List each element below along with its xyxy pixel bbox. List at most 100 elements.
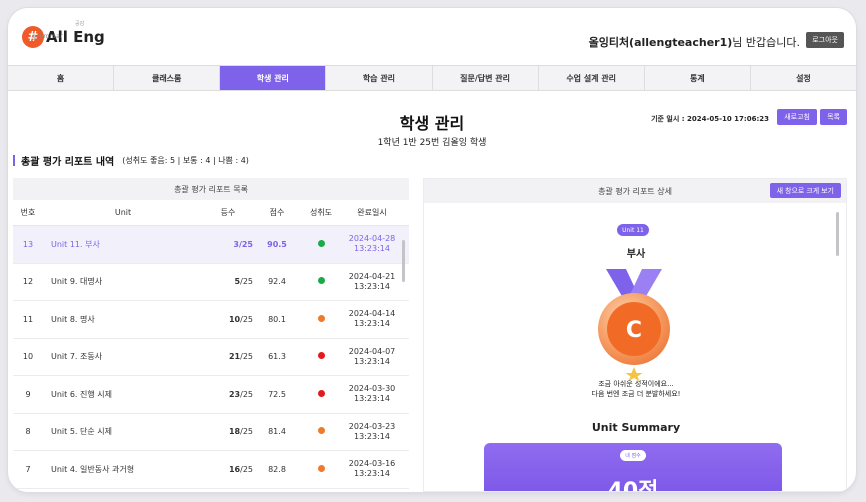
section-title: 총괄 평가 리포트 내역 [21, 157, 115, 168]
reference-datetime: 기준 일시 : 2024-05-10 17:06:23 [651, 115, 769, 123]
row-unit: Unit 5. 단순 시제 [51, 427, 112, 437]
medal-icon: C [596, 269, 672, 381]
open-new-window-button[interactable]: 새 창으로 크게 보기 [769, 183, 841, 198]
completed-time: 13:23:14 [354, 356, 390, 366]
refresh-button[interactable]: 새로고침 [777, 109, 817, 125]
row-rank: 16/25 [203, 465, 253, 474]
unit-summary-title: Unit Summary [591, 421, 681, 434]
list-button[interactable]: 목록 [820, 109, 847, 125]
rank-total: /25 [240, 314, 253, 324]
completed-time: 13:23:14 [354, 281, 390, 291]
report-list-title: 총괄 평가 리포트 목록 [13, 178, 409, 200]
rank-value: 16 [228, 464, 241, 474]
col-unit: Unit [114, 208, 132, 217]
rank-value: 18 [228, 427, 241, 437]
row-achievement [301, 427, 341, 436]
row-no: 12 [22, 277, 34, 287]
completed-time: 13:23:14 [354, 319, 390, 329]
completed-time: 13:23:14 [354, 394, 390, 404]
col-rank: 등수 [220, 208, 236, 217]
row-completed: 2024-03-23 13:23:14 [341, 422, 403, 442]
table-row[interactable]: 11 Unit 8. 명사 10/25 80.1 2024-04-14 13:23:14 [13, 301, 409, 339]
logout-button[interactable]: 로그아웃 [806, 32, 844, 48]
completed-date: 2024-04-14 [348, 309, 396, 319]
row-achievement [301, 314, 341, 324]
completed-date: 2024-04-07 [348, 346, 396, 356]
main-nav: 홈 클래스룸 학생 관리 학습 관리 질문/답변 관리 수업 설계 관리 통계 … [8, 65, 856, 91]
row-rank: 18/25 [203, 427, 253, 436]
row-score: 61.3 [268, 352, 286, 362]
completed-date: 2024-03-23 [348, 421, 396, 431]
table-row[interactable]: 9 Unit 6. 진행 시제 23/25 72.5 2024-03-30 13:23:1… [13, 376, 409, 414]
table-row[interactable]: 7 Unit 4. 일반동사 과거형 16/25 82.8 2024-03-16 13:2… [13, 451, 409, 489]
col-no: 번호 [20, 208, 36, 217]
nav-item-classroom[interactable]: 클래스룸 [114, 66, 221, 90]
row-completed: 2024-04-07 13:23:14 [341, 347, 403, 367]
greeting-name: 올잉티처(allengteacher1) [588, 36, 733, 49]
top-header: # All Eng 공감 grammar 올잉티처(allengteacher1… [8, 8, 856, 65]
row-no: 8 [25, 427, 31, 437]
completed-date: 2024-04-21 [348, 271, 396, 281]
result-comment: 조금 아쉬운 성적이에요... 다음 번엔 조금 더 분발하세요! [424, 379, 846, 399]
completed-date: 2024-03-30 [348, 384, 396, 394]
row-unit: Unit 11. 부사 [51, 239, 100, 249]
my-score-label: 내 점수 [620, 450, 646, 461]
greeting: 올잉티처(allengteacher1)님 반갑습니다. [589, 34, 800, 50]
rank-total: /25 [240, 352, 253, 362]
row-unit: Unit 4. 일반동사 과거형 [51, 464, 135, 474]
score-card: 내 점수 40점 [484, 443, 782, 492]
row-achievement [301, 239, 341, 249]
report-list-panel: 총괄 평가 리포트 목록 번호 Unit 등수 점수 성취도 완료일시 13 Un… [13, 178, 409, 492]
row-score: 90.5 [267, 239, 287, 249]
row-no: 13 [22, 239, 34, 249]
nav-item-qna-management[interactable]: 질문/답변 관리 [432, 66, 539, 90]
row-rank: 10/25 [203, 315, 253, 324]
logo-badge-text: 공감 [75, 21, 85, 27]
col-completed: 완료일시 [357, 208, 387, 217]
logo-subtext: grammar [32, 33, 64, 40]
row-score: 92.4 [268, 277, 286, 287]
achievement-dot-icon [317, 389, 325, 397]
achievement-dot-icon [317, 352, 325, 360]
comment-line-1: 조금 아쉬운 성적이에요... [598, 380, 674, 388]
greeting-suffix: 님 반갑습니다. [732, 36, 800, 49]
row-achievement [301, 352, 341, 361]
row-completed: 2024-04-14 13:23:14 [341, 309, 403, 329]
row-achievement [301, 389, 341, 399]
table-row[interactable]: 13 Unit 11. 부사 3/25 90.5 2024-04-28 13:23:14 [13, 226, 409, 264]
nav-item-learning-management[interactable]: 학습 관리 [326, 66, 433, 90]
completed-time: 13:23:14 [354, 469, 390, 479]
list-scrollbar[interactable] [402, 240, 405, 282]
rank-value: 21 [228, 352, 241, 362]
table-row[interactable]: 8 Unit 5. 단순 시제 18/25 81.4 2024-03-23 13:23:1… [13, 414, 409, 451]
nav-item-statistics[interactable]: 통계 [644, 66, 751, 90]
table-row[interactable]: 10 Unit 7. 조동사 21/25 61.3 2024-04-07 13:23:14 [13, 339, 409, 376]
nav-item-settings[interactable]: 설정 [750, 66, 856, 90]
student-info: 1학년 1반 25번 김올잉 학생 [377, 138, 487, 148]
table-row[interactable]: 12 Unit 9. 대명사 5/25 92.4 2024-04-21 13:23:14 [13, 264, 409, 301]
unit-name: 부사 [626, 249, 646, 260]
achievement-dot-icon [317, 277, 325, 285]
row-rank: 23/25 [203, 390, 253, 399]
my-score-value: 40점 [607, 479, 659, 492]
row-achievement [301, 277, 341, 286]
section-accent-bar [13, 155, 15, 166]
rank-total: /25 [240, 389, 253, 399]
nav-item-lesson-design[interactable]: 수업 설계 관리 [538, 66, 645, 90]
row-rank: 5/25 [203, 277, 253, 286]
nav-item-home[interactable]: 홈 [8, 66, 115, 90]
rank-value: 23 [228, 389, 241, 399]
nav-item-student-management[interactable]: 학생 관리 [220, 66, 327, 90]
unit-badge: Unit 11 [617, 224, 649, 236]
achievement-dot-icon [317, 239, 325, 247]
achievement-counts: (성취도 좋음: 5 | 보통 : 4 | 나쁨 : 4) [122, 156, 249, 165]
achievement-dot-icon [317, 427, 325, 435]
row-unit: Unit 8. 명사 [51, 314, 95, 324]
row-score: 80.1 [268, 314, 286, 324]
row-completed: 2024-04-21 13:23:14 [341, 272, 403, 292]
row-no: 7 [25, 464, 31, 474]
row-no: 9 [25, 389, 31, 399]
completed-time: 13:23:14 [354, 244, 390, 254]
report-detail-panel: 총괄 평가 리포트 상세 새 창으로 크게 보기 Unit 11 부사 C 조금… [423, 178, 847, 492]
row-rank: 21/25 [203, 352, 253, 361]
